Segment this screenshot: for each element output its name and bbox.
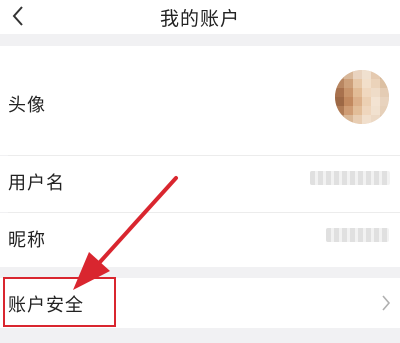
nickname-row-label: 昵称 bbox=[8, 230, 46, 251]
chevron-right-icon bbox=[382, 295, 391, 311]
avatar-row-label: 头像 bbox=[8, 95, 46, 116]
username-value bbox=[310, 171, 390, 185]
nickname-value bbox=[326, 228, 389, 242]
account-security-row-label: 账户安全 bbox=[8, 295, 84, 316]
nav-bar: 我的账户 bbox=[0, 0, 400, 34]
account-security-row[interactable]: 账户安全 bbox=[0, 278, 400, 328]
page-title: 我的账户 bbox=[159, 8, 240, 30]
account-screen: 我的账户 头像 用户名 昵称 账户安全 bbox=[0, 0, 400, 343]
username-row-label: 用户名 bbox=[8, 173, 65, 194]
avatar[interactable] bbox=[335, 70, 389, 124]
